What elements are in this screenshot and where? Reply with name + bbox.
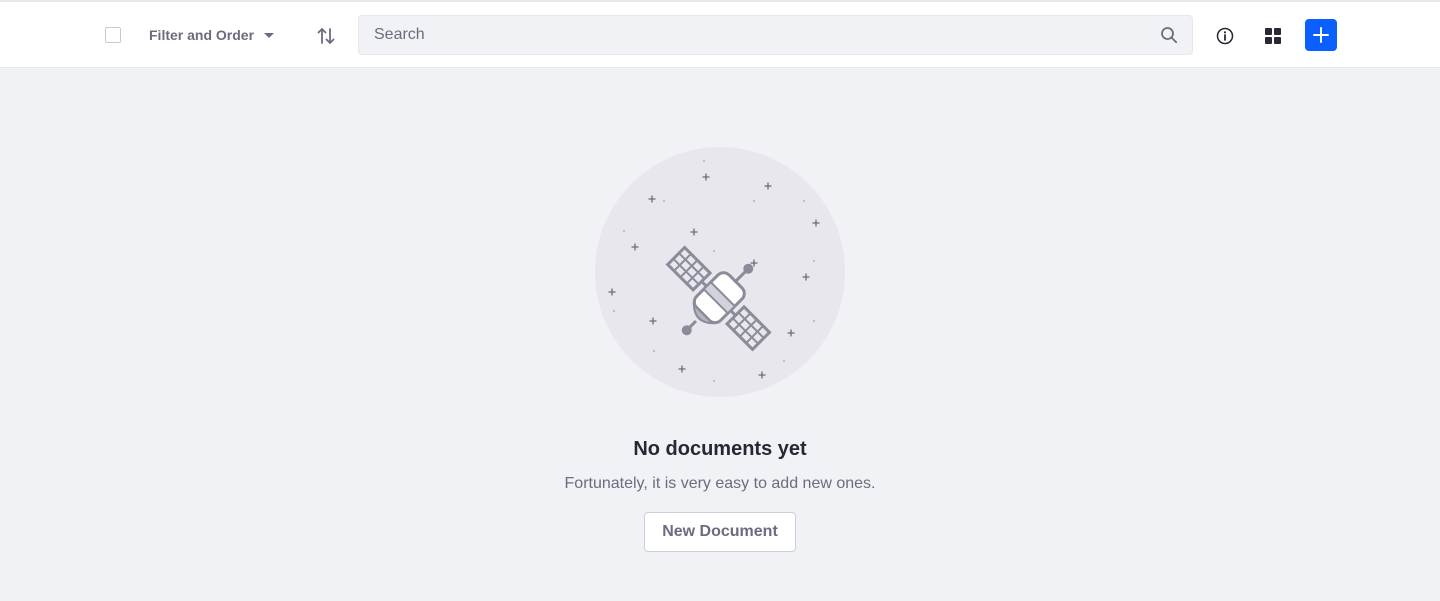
caret-down-icon (264, 32, 275, 38)
management-toolbar: Filter and Order (0, 2, 1440, 68)
filter-and-order-dropdown[interactable]: Filter and Order (149, 24, 275, 46)
cards-icon (1265, 28, 1281, 44)
add-button[interactable] (1305, 19, 1337, 51)
sort-button[interactable] (312, 22, 340, 50)
sort-arrows-icon (317, 28, 335, 44)
info-icon (1216, 27, 1234, 45)
info-button[interactable] (1210, 21, 1240, 51)
empty-state-title: No documents yet (633, 438, 807, 460)
empty-state-description: Fortunately, it is very easy to add new … (564, 475, 876, 492)
select-all-checkbox[interactable] (105, 27, 121, 43)
search-field (358, 15, 1193, 55)
search-icon[interactable] (1160, 26, 1178, 44)
filter-and-order-label: Filter and Order (149, 27, 255, 43)
new-document-button[interactable]: New Document (644, 512, 796, 552)
display-style-button[interactable] (1258, 21, 1288, 51)
search-input[interactable] (374, 16, 1134, 54)
plus-icon (1313, 27, 1329, 43)
satellite-illustration (595, 147, 845, 397)
